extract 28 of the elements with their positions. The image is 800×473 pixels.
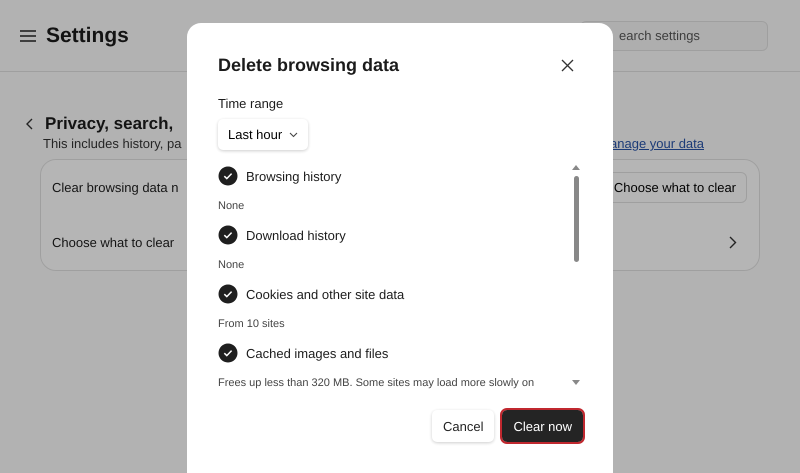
item-detail: From 10 sites: [218, 318, 286, 330]
checkbox-label: Browsing history: [246, 168, 342, 184]
time-range-dropdown[interactable]: Last hour: [218, 119, 308, 150]
time-range-label: Time range: [218, 96, 284, 111]
checkbox[interactable]: [218, 225, 238, 245]
checkbox-label: Download history: [246, 228, 346, 242]
item-detail: Frees up less than 320 MB. Some sites may load more slowly on: [218, 377, 536, 389]
checkbox[interactable]: [218, 284, 238, 304]
menu-icon[interactable]: [20, 30, 36, 42]
item-detail: None: [218, 259, 246, 271]
dialog-button[interactable]: Clear now: [502, 410, 583, 442]
back-icon[interactable]: [26, 118, 34, 130]
chevron-icon[interactable]: [729, 236, 737, 249]
row-label: Choose what to clear: [52, 235, 174, 250]
row-label: Clear browsing data n: [52, 180, 178, 195]
close-icon[interactable]: [561, 59, 574, 72]
checkbox-label: Cookies and other site data: [246, 286, 404, 302]
page-title: Settings: [46, 24, 129, 48]
section-description: This includes history, pa: [43, 136, 182, 151]
checkbox[interactable]: [218, 166, 238, 186]
dialog-title: Delete browsing data: [218, 55, 400, 76]
dialog-button[interactable]: Cancel: [432, 410, 494, 442]
checkbox-label: Cached images and files: [246, 346, 388, 360]
checkbox[interactable]: [218, 343, 238, 363]
section-title: Privacy, search,: [45, 114, 174, 134]
item-detail: None: [218, 200, 246, 212]
scrollbar[interactable]: [571, 164, 581, 386]
caret-icon: [289, 132, 298, 138]
